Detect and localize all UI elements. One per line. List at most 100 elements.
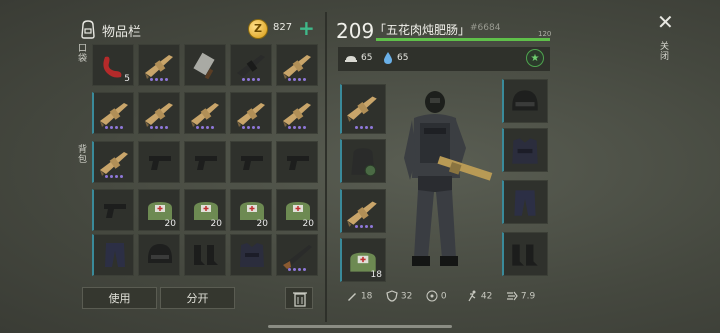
rarity-dots [354, 225, 373, 228]
speed-stat: 42 [466, 290, 492, 302]
rarity-dots [104, 175, 123, 178]
inventory-slot[interactable]: 20 [276, 189, 318, 231]
cleaver-icon [193, 52, 215, 79]
inventory-slot[interactable] [184, 234, 226, 276]
rarity-dots [288, 268, 306, 271]
defense-stat: 32 [386, 290, 412, 302]
coin-count: 827 [273, 22, 293, 33]
rifle-icon [191, 103, 219, 127]
inventory-slot[interactable]: 20 [184, 189, 226, 231]
armor-slot[interactable] [502, 79, 548, 123]
use-button[interactable]: 使用 [82, 287, 157, 309]
rarity-dots [242, 78, 260, 81]
inventory-slot[interactable] [276, 141, 318, 183]
coin-icon: Z [248, 19, 268, 39]
backpack-label: 背包 [78, 145, 88, 165]
rifle-icon [283, 55, 311, 79]
attack-stat: 18 [346, 290, 372, 302]
rifle-icon [237, 103, 265, 127]
panel-divider [325, 12, 327, 322]
player-level: 209 [336, 19, 375, 43]
character-model [404, 91, 493, 266]
rifle-icon [100, 152, 128, 176]
vest-icon [240, 243, 264, 267]
weapon-slot[interactable] [340, 139, 386, 183]
favorite-button[interactable]: ★ [526, 49, 544, 67]
inventory-slot[interactable] [230, 141, 272, 183]
boots-icon [512, 244, 538, 266]
shotgun-icon [283, 245, 312, 269]
trash-icon [293, 292, 307, 307]
item-count: 20 [210, 219, 222, 229]
armor-slot[interactable] [502, 128, 548, 172]
agility-stat: 7.9 [506, 290, 535, 302]
rifle-icon [347, 96, 377, 122]
rarity-dots [288, 126, 306, 129]
inventory-slot[interactable] [276, 234, 318, 276]
rarity-dots [150, 78, 168, 81]
inventory-slot[interactable] [138, 92, 180, 134]
inventory-slot[interactable]: 20 [138, 189, 180, 231]
boots-icon [194, 245, 218, 265]
rifle-icon [145, 103, 173, 127]
radiation-stat: 0 [426, 290, 447, 302]
inventory-slot[interactable] [230, 92, 272, 134]
shield-icon [386, 290, 398, 302]
backpack-icon [81, 20, 95, 39]
inventory-slot[interactable] [92, 92, 134, 134]
close-button[interactable]: ✕ [657, 12, 674, 32]
inventory-slot[interactable] [138, 44, 180, 86]
armor-slot[interactable] [502, 232, 548, 276]
helmet-icon [148, 244, 172, 263]
rarity-dots [104, 126, 123, 129]
weapon-slot[interactable] [340, 189, 386, 233]
rifle-icon [145, 55, 173, 79]
rarity-dots [288, 78, 306, 81]
add-coins-button[interactable]: + [298, 16, 315, 40]
inventory-slot[interactable] [184, 44, 226, 86]
helmet-icon [512, 90, 538, 111]
inventory-slot[interactable] [230, 44, 272, 86]
inventory-slot[interactable] [138, 234, 180, 276]
home-indicator [268, 325, 452, 328]
radiation-icon [426, 290, 438, 302]
inventory-slot[interactable] [184, 141, 226, 183]
inventory-slot[interactable] [92, 141, 134, 183]
inventory-slot[interactable] [92, 189, 134, 231]
inventory-slot[interactable] [184, 92, 226, 134]
weapon-slot[interactable] [340, 84, 386, 134]
player-name: 「五花肉炖肥肠」 [374, 23, 471, 37]
weapon-slot[interactable]: 18 [340, 238, 386, 282]
inventory-slot[interactable] [230, 234, 272, 276]
rarity-dots [150, 126, 168, 129]
running-icon [468, 290, 476, 302]
trash-button[interactable] [285, 287, 313, 309]
vest-icon [512, 138, 538, 164]
black-rifle-icon [237, 55, 265, 77]
inventory-header: 物品栏 Z 827 + [78, 16, 318, 44]
xp-bar [376, 38, 550, 41]
inventory-title: 物品栏 [102, 25, 142, 40]
pistol-icon [287, 156, 309, 170]
food-value: 65 [361, 53, 373, 63]
pistol-icon [195, 156, 217, 170]
inventory-slot[interactable] [276, 92, 318, 134]
inventory-slot[interactable]: 5 [92, 44, 134, 86]
rarity-dots [196, 126, 214, 129]
split-button[interactable]: 分开 [160, 287, 235, 309]
pocket-label: 口袋 [78, 44, 88, 64]
inventory-slot[interactable] [276, 44, 318, 86]
pants-icon [105, 243, 125, 267]
inventory-slot[interactable] [92, 234, 134, 276]
inventory-slot[interactable]: 20 [230, 189, 272, 231]
xp-max: 120 [538, 30, 552, 38]
item-count: 20 [256, 219, 268, 229]
close-label: 关闭 [660, 42, 670, 62]
dash-icon [507, 291, 518, 301]
pistol-icon [241, 156, 263, 170]
armor-slot[interactable] [502, 180, 548, 224]
inventory-slot[interactable] [138, 141, 180, 183]
water-icon [384, 52, 392, 64]
item-count: 20 [164, 219, 176, 229]
item-count: 5 [124, 74, 130, 84]
